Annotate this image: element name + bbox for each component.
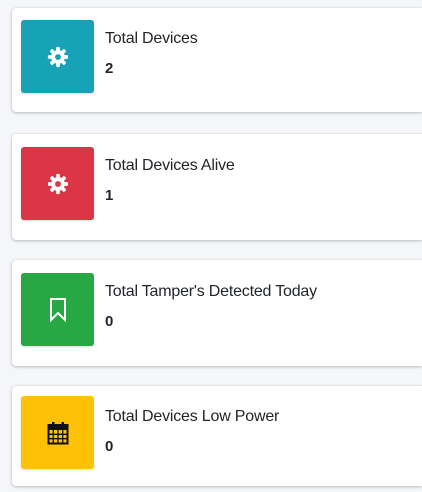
info-box-label: Total Devices Low Power (105, 408, 280, 425)
info-box-content: Total Devices Low Power 0 (105, 408, 279, 455)
info-box-total-devices: Total Devices 2 (12, 8, 422, 112)
info-box-value: 0 (105, 313, 114, 330)
info-box-content: Total Tamper's Detected Today 0 (105, 283, 317, 330)
info-box-icon (21, 20, 94, 93)
info-box-tampers-detected: Total Tamper's Detected Today 0 (12, 260, 422, 366)
bookmark-icon (49, 297, 66, 322)
info-box-icon (21, 273, 94, 346)
gear-icon (47, 46, 68, 67)
info-box-list: Total Devices 2 Total Devices Alive 1 To… (0, 0, 422, 492)
info-box-label: Total Devices (105, 30, 198, 47)
info-box-value: 0 (105, 438, 114, 455)
gear-icon (47, 173, 68, 194)
info-box-value: 2 (105, 60, 114, 77)
info-box-label: Total Devices Alive (105, 157, 235, 174)
info-box-content: Total Devices 2 (105, 30, 198, 77)
info-box-label: Total Tamper's Detected Today (105, 283, 317, 300)
info-box-total-devices-alive: Total Devices Alive 1 (12, 134, 422, 240)
calendar-icon (47, 421, 68, 444)
info-box-icon (21, 396, 94, 469)
info-box-value: 1 (105, 187, 114, 204)
info-box-content: Total Devices Alive 1 (105, 157, 235, 204)
info-box-icon (21, 147, 94, 220)
info-box-low-power: Total Devices Low Power 0 (12, 386, 422, 486)
